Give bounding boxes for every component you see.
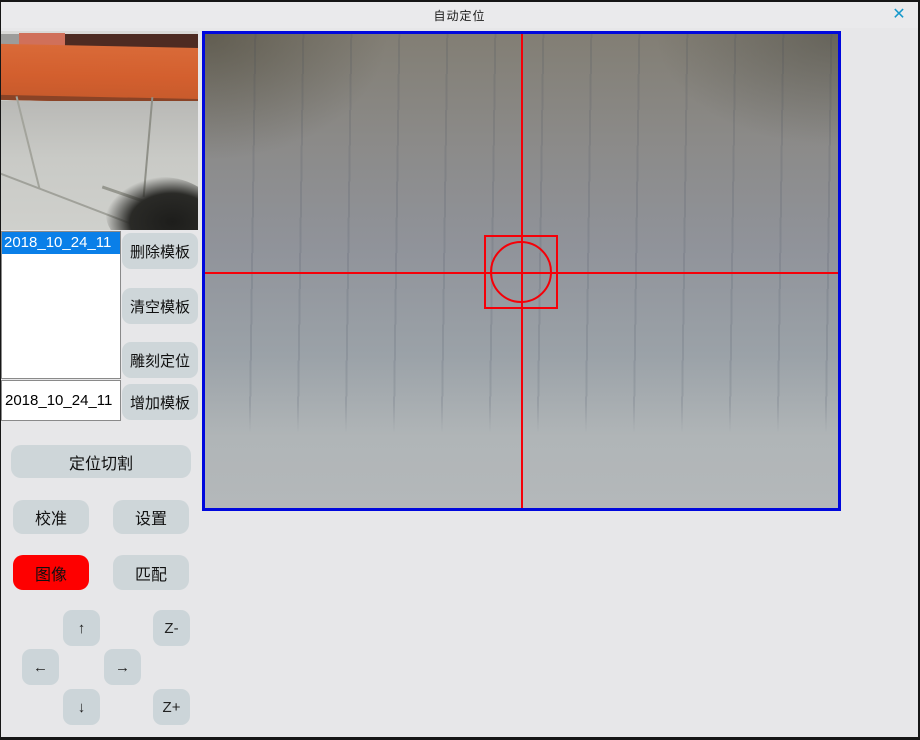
- jog-right-button[interactable]: →: [104, 649, 141, 685]
- z-plus-button[interactable]: Z+: [153, 689, 190, 725]
- thumbnail-tile-wall: [1, 101, 198, 230]
- tile-grout-line: [16, 96, 41, 189]
- title-bar: 自动定位 ✕: [1, 2, 918, 28]
- target-circle-marker: [490, 241, 552, 303]
- position-cut-button[interactable]: 定位切割: [11, 445, 191, 478]
- calibrate-button[interactable]: 校准: [13, 500, 89, 534]
- engrave-position-button[interactable]: 雕刻定位: [122, 342, 198, 378]
- jog-up-button[interactable]: ↑: [63, 610, 100, 646]
- dialog-title: 自动定位: [1, 7, 918, 24]
- z-minus-button[interactable]: Z-: [153, 610, 190, 646]
- camera-view[interactable]: [202, 31, 841, 511]
- clear-templates-button[interactable]: 清空模板: [122, 288, 198, 324]
- auto-position-dialog: 自动定位 ✕ 2018_10_24_11 删除模板 清空模板 雕刻定位 增加模板…: [0, 0, 920, 740]
- delete-template-button[interactable]: 删除模板: [122, 233, 198, 269]
- close-icon[interactable]: ✕: [888, 4, 910, 26]
- jog-left-button[interactable]: ←: [22, 649, 59, 685]
- template-list-item-selected[interactable]: 2018_10_24_11: [2, 232, 120, 254]
- jog-down-button[interactable]: ↓: [63, 689, 100, 725]
- thumbnail-shadow-blob: [106, 177, 198, 230]
- image-button[interactable]: 图像: [13, 555, 89, 590]
- settings-button[interactable]: 设置: [113, 500, 189, 534]
- template-thumbnail-image: [1, 31, 198, 230]
- match-button[interactable]: 匹配: [113, 555, 189, 590]
- add-template-button[interactable]: 增加模板: [122, 384, 198, 420]
- template-name-input[interactable]: [1, 380, 121, 421]
- template-list[interactable]: 2018_10_24_11: [1, 231, 121, 379]
